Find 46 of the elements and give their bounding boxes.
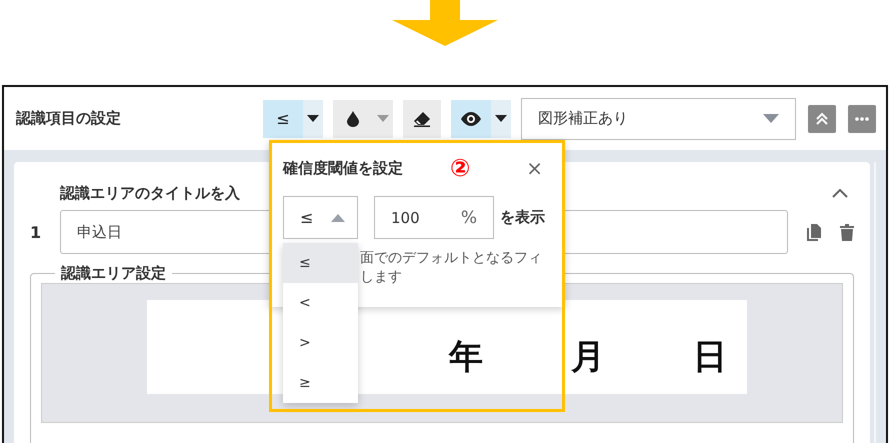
operator-option[interactable]: > — [283, 323, 358, 363]
unit-label: % — [460, 208, 477, 228]
eraser-button[interactable] — [403, 100, 441, 138]
close-button[interactable]: × — [526, 156, 543, 180]
document-text: 年 — [449, 336, 483, 379]
double-chevron-up-icon — [816, 112, 828, 126]
step-marker: ② — [450, 154, 470, 182]
threshold-button[interactable]: ≤ — [263, 100, 303, 138]
threshold-input[interactable]: 100 % — [374, 196, 494, 239]
item-number: 1 — [30, 222, 42, 242]
document-text: 月 — [571, 336, 605, 379]
section-title: 認識項目の設定 — [16, 109, 122, 128]
operator-option[interactable]: ≤ — [283, 243, 358, 283]
operator-select[interactable]: ≤ — [283, 196, 358, 239]
more-button[interactable] — [848, 104, 876, 132]
operator-option[interactable]: ≥ — [283, 363, 358, 403]
document-text: 日 — [693, 336, 727, 379]
operator-option[interactable]: < — [283, 283, 358, 323]
dropdown-value: 図形補正あり — [538, 109, 628, 128]
caret-icon — [495, 115, 507, 122]
eraser-icon — [413, 110, 431, 126]
drop-icon — [347, 110, 359, 126]
caret-button[interactable] — [303, 100, 323, 138]
suffix-label: を表示 — [500, 208, 545, 227]
input-value: 100 — [391, 208, 420, 226]
field-label: 認識エリアのタイトルを入 — [60, 184, 240, 202]
eye-icon — [460, 112, 482, 126]
mode-dropdown[interactable]: 図形補正あり — [521, 98, 796, 140]
caret-button[interactable] — [491, 100, 511, 138]
group-legend: 認識エリア設定 — [55, 264, 172, 283]
eye-button[interactable] — [451, 100, 491, 138]
note-text: 面でのデフォルトとなるフィ — [360, 249, 543, 268]
caret-icon — [763, 114, 779, 123]
copy-icon[interactable] — [806, 223, 822, 241]
note-text: します — [360, 268, 403, 287]
select-value: ≤ — [300, 208, 314, 227]
popup-title: 確信度閾値を設定 — [283, 158, 404, 178]
down-arrow-icon — [392, 0, 498, 46]
trash-icon[interactable] — [840, 224, 854, 240]
caret-icon — [377, 115, 389, 122]
chevron-up-icon[interactable] — [832, 188, 848, 198]
drop-button[interactable] — [333, 100, 373, 138]
more-icon — [855, 116, 869, 120]
collapse-all-button[interactable] — [808, 104, 836, 132]
caret-up-icon — [331, 214, 345, 222]
caret-icon — [307, 115, 319, 122]
